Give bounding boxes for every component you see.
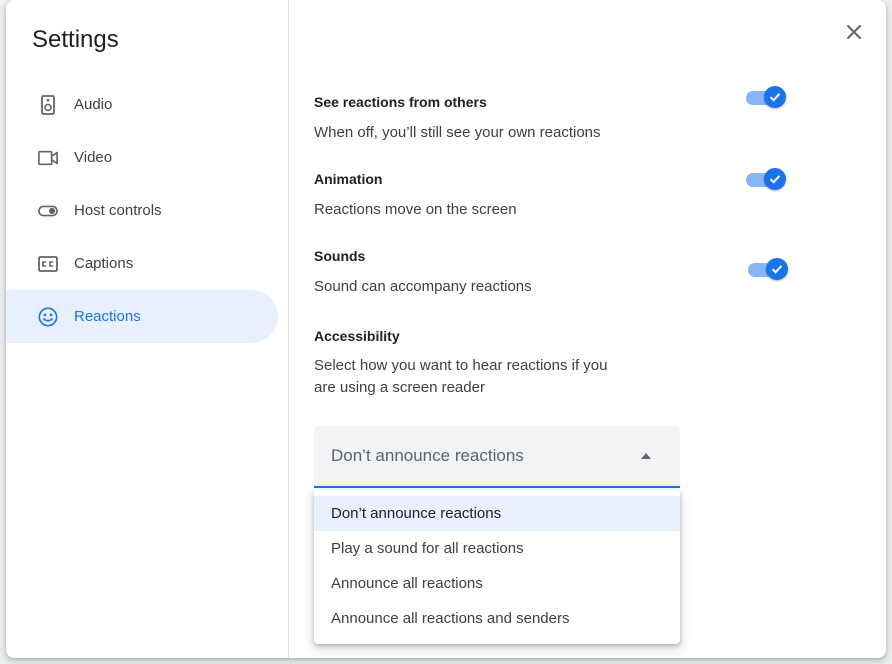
menu-item-announce-all-senders[interactable]: Announce all reactions and senders [314, 601, 680, 636]
accessibility-description-line1: Select how you want to hear reactions if… [314, 357, 608, 374]
see-reactions-title: See reactions from others [314, 94, 487, 110]
check-icon [771, 265, 783, 274]
toggle-thumb [764, 168, 786, 190]
sidebar-item-label: Host controls [74, 202, 162, 219]
sidebar-item-captions[interactable]: Captions [6, 237, 288, 290]
video-camera-icon [38, 148, 58, 168]
select-value: Don’t announce reactions [331, 446, 524, 465]
sounds-title: Sounds [314, 248, 366, 264]
sounds-description: Sound can accompany reactions [314, 278, 532, 295]
check-icon [769, 175, 781, 184]
dialog-title: Settings [32, 26, 119, 53]
menu-item-play-sound[interactable]: Play a sound for all reactions [314, 531, 680, 566]
announce-reactions-select[interactable]: Don’t announce reactions [314, 426, 680, 488]
captions-icon [38, 254, 58, 274]
toggle-icon [38, 201, 58, 221]
sounds-toggle[interactable] [748, 257, 790, 281]
smiley-icon [38, 307, 58, 327]
animation-description: Reactions move on the screen [314, 201, 517, 218]
menu-item-dont-announce[interactable]: Don’t announce reactions [314, 496, 680, 531]
toggle-thumb [766, 258, 788, 280]
close-button[interactable] [842, 20, 866, 44]
sidebar-item-audio[interactable]: Audio [6, 78, 288, 131]
settings-nav: Audio Video Host controls Captions React… [6, 78, 288, 343]
accessibility-description-line2: are using a screen reader [314, 379, 485, 396]
sidebar-item-reactions[interactable]: Reactions [6, 290, 278, 343]
sidebar-item-label: Audio [74, 96, 113, 113]
menu-item-announce-all[interactable]: Announce all reactions [314, 566, 680, 601]
close-icon [847, 25, 861, 39]
announce-options-menu: Don’t announce reactions Play a sound fo… [314, 490, 680, 644]
see-reactions-description: When off, you’ll still see your own reac… [314, 124, 601, 141]
speaker-icon [38, 94, 58, 115]
sidebar-item-label: Reactions [74, 308, 141, 325]
settings-sidebar: Settings Audio Video Host controls Capti… [6, 0, 289, 658]
settings-dialog: Settings Audio Video Host controls Capti… [6, 0, 886, 658]
animation-title: Animation [314, 171, 383, 187]
sidebar-item-label: Captions [74, 255, 134, 272]
caret-up-icon [641, 453, 651, 459]
sidebar-item-video[interactable]: Video [6, 131, 288, 184]
accessibility-title: Accessibility [314, 328, 400, 344]
animation-toggle[interactable] [746, 167, 788, 191]
see-reactions-toggle[interactable] [746, 85, 788, 109]
toggle-thumb [764, 86, 786, 108]
sidebar-item-host-controls[interactable]: Host controls [6, 184, 288, 237]
check-icon [769, 93, 781, 102]
sidebar-item-label: Video [74, 149, 113, 166]
